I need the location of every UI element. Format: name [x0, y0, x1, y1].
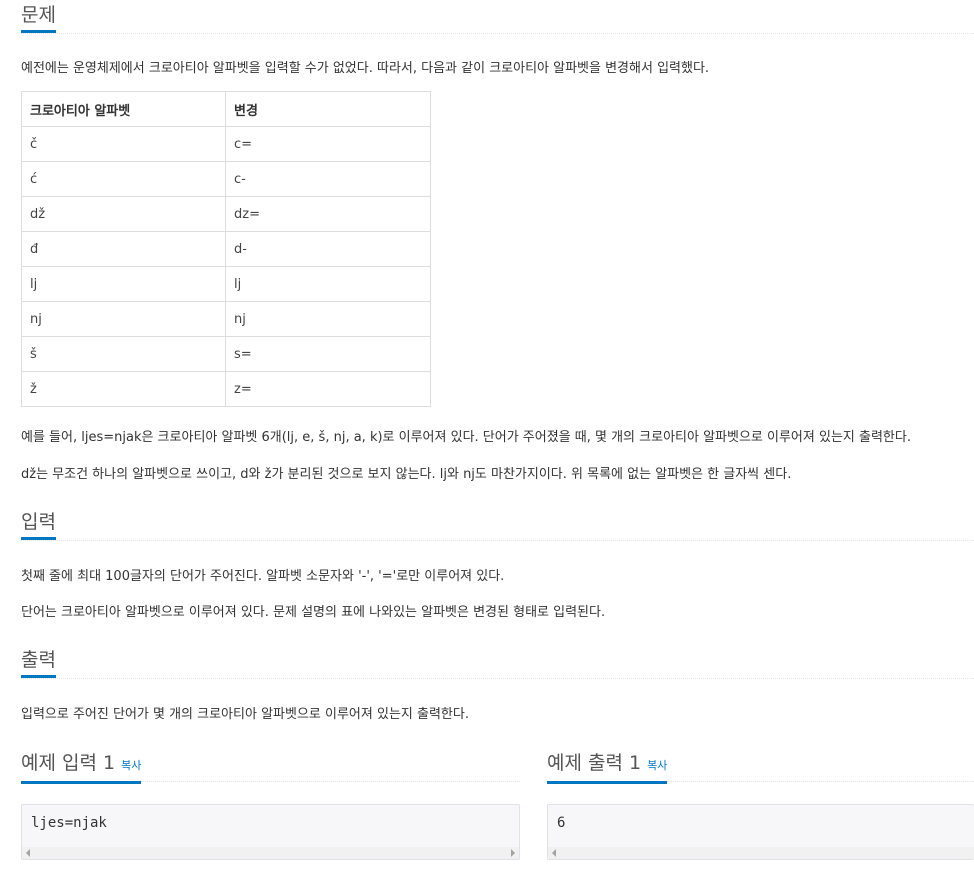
table-header-row: 크로아티아 알파벳 변경	[21, 91, 431, 127]
scroll-right-arrow-icon[interactable]	[511, 849, 515, 857]
table-row: ć c-	[21, 161, 431, 197]
table-row: š s=	[21, 336, 431, 372]
table-header-changed: 변경	[225, 91, 431, 127]
table-cell-changed: c=	[225, 126, 431, 162]
problem-example-paragraph: 예를 들어, ljes=njak은 크로아티아 알파벳 6개(lj, e, š,…	[21, 430, 911, 445]
table-cell-croatian: č	[21, 126, 226, 162]
table-cell-changed: dz=	[225, 196, 431, 232]
table-cell-changed: z=	[225, 371, 431, 407]
table-header-croatian: 크로아티아 알파벳	[21, 91, 226, 127]
sample-output-box[interactable]: 6	[547, 804, 974, 860]
table-cell-croatian: dž	[21, 196, 226, 232]
sample-output-heading-text: 예제 출력 1	[547, 752, 642, 774]
input-line-1: 첫째 줄에 최대 100글자의 단어가 주어진다. 알파벳 소문자와 '-', …	[21, 569, 505, 584]
table-row: ž z=	[21, 371, 431, 407]
table-row: đ d-	[21, 231, 431, 267]
table-cell-croatian: đ	[21, 231, 226, 267]
output-line-1: 입력으로 주어진 단어가 몇 개의 크로아티아 알파벳으로 이루어져 있는지 출…	[21, 707, 469, 722]
output-heading: 출력	[21, 645, 56, 678]
output-section-header: 출력	[21, 645, 974, 679]
sample-input-scrollbar[interactable]	[22, 847, 519, 859]
table-row: dž dz=	[21, 196, 431, 232]
input-section-header: 입력	[21, 507, 974, 541]
table-cell-croatian: š	[21, 336, 226, 372]
sample-input-code: ljes=njak	[31, 815, 107, 831]
sample-output-heading: 예제 출력 1 복사	[547, 748, 668, 784]
table-cell-changed: lj	[225, 266, 431, 302]
table-cell-croatian: ž	[21, 371, 226, 407]
sample-input-heading-text: 예제 입력 1	[21, 752, 116, 774]
sample-input-box[interactable]: ljes=njak	[21, 804, 520, 860]
table-row: č c=	[21, 126, 431, 162]
sample-output-code: 6	[557, 815, 566, 831]
table-cell-croatian: ć	[21, 161, 226, 197]
sample-input-copy-button[interactable]: 복사	[121, 759, 141, 772]
scroll-left-arrow-icon[interactable]	[552, 849, 556, 857]
sample-output-scrollbar[interactable]	[548, 847, 974, 859]
croatian-alphabet-table: 크로아티아 알파벳 변경 č c= ć c- dž dz= đ d- lj lj…	[21, 91, 431, 407]
problem-intro: 예전에는 운영체제에서 크로아티아 알파벳을 입력할 수가 없었다. 따라서, …	[21, 61, 710, 76]
table-cell-changed: nj	[225, 301, 431, 337]
input-heading: 입력	[21, 507, 56, 540]
table-cell-croatian: lj	[21, 266, 226, 302]
table-row: nj nj	[21, 301, 431, 337]
table-cell-changed: d-	[225, 231, 431, 267]
problem-heading: 문제	[21, 0, 56, 33]
scroll-left-arrow-icon[interactable]	[26, 849, 30, 857]
table-cell-changed: s=	[225, 336, 431, 372]
table-cell-croatian: nj	[21, 301, 226, 337]
table-cell-changed: c-	[225, 161, 431, 197]
input-line-2: 단어는 크로아티아 알파벳으로 이루어져 있다. 문제 설명의 표에 나와있는 …	[21, 605, 606, 620]
sample-output-header: 예제 출력 1 복사	[547, 748, 974, 784]
problem-section-header: 문제	[21, 0, 974, 34]
problem-rule-paragraph: dž는 무조건 하나의 알파벳으로 쓰이고, d와 ž가 분리된 것으로 보지 …	[21, 467, 792, 482]
sample-input-heading: 예제 입력 1 복사	[21, 748, 142, 784]
sample-output-copy-button[interactable]: 복사	[647, 759, 667, 772]
table-row: lj lj	[21, 266, 431, 302]
sample-input-header: 예제 입력 1 복사	[21, 748, 520, 784]
